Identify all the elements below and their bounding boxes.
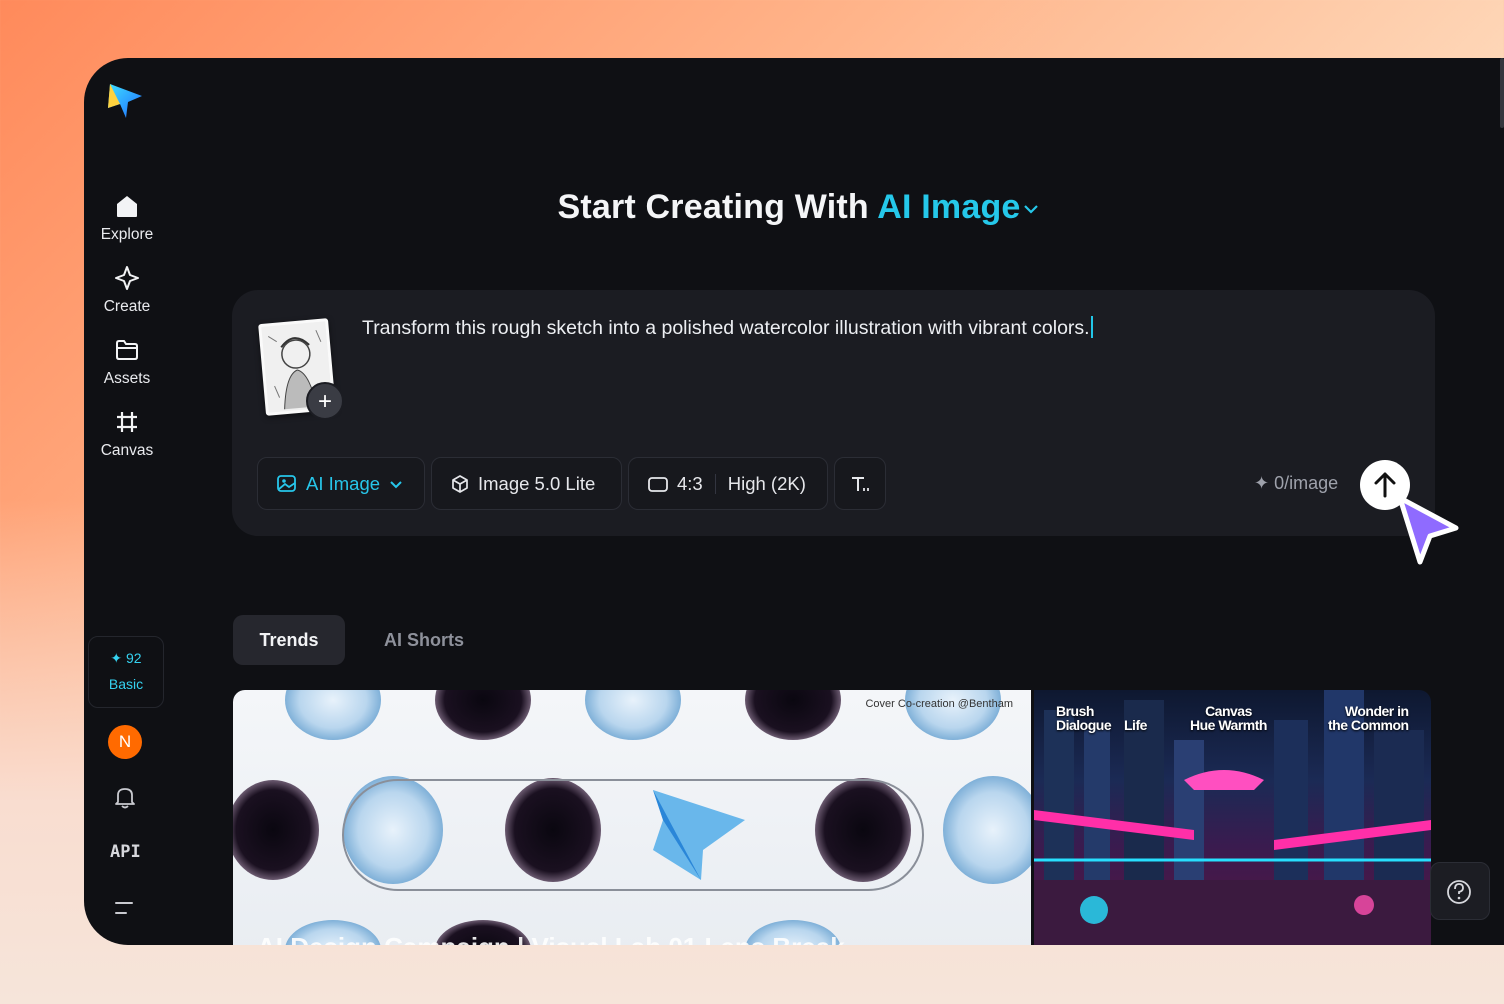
aspect-quality-selector[interactable]: 4:3 High (2K) <box>628 457 828 510</box>
sidebar-item-label: Canvas <box>100 442 154 459</box>
api-link[interactable]: API <box>110 842 141 862</box>
bell-icon[interactable] <box>112 784 138 810</box>
sparkle-icon: ✦ <box>110 650 123 666</box>
tab-trends[interactable]: Trends <box>233 615 345 665</box>
sidebar-item-create[interactable]: Create <box>84 264 170 316</box>
sparkle-icon <box>115 266 139 290</box>
crop-icon <box>117 412 137 432</box>
cube-icon <box>452 474 468 493</box>
menu-icon[interactable] <box>112 896 136 920</box>
chevron-down-icon <box>1023 205 1038 214</box>
model-selector[interactable]: Image 5.0 Lite <box>431 457 622 510</box>
mode-selector[interactable]: AI Image <box>877 188 1040 226</box>
credits-count: ✦ 92 <box>110 650 142 666</box>
overlay-label: Wonder in the Common <box>1328 703 1409 733</box>
sparkle-icon: ✦ <box>1254 473 1270 493</box>
tab-ai-shorts[interactable]: AI Shorts <box>384 615 464 665</box>
sidebar-item-canvas[interactable]: Canvas <box>84 408 170 460</box>
prompt-input[interactable]: Transform this rough sketch into a polis… <box>362 316 1402 340</box>
overlay-label: Canvas Hue Warmth <box>1190 703 1267 733</box>
text-caret <box>1090 316 1093 338</box>
cover-credit: Cover Co-creation @Bentham <box>865 698 1013 710</box>
pointer-cursor-icon <box>1397 495 1459 565</box>
gallery-card-featured[interactable]: Cover Co-creation @Bentham AI Design Cam… <box>233 690 1031 945</box>
divider <box>714 473 716 494</box>
image-icon <box>277 474 296 492</box>
app-window: Explore Create Assets Canvas ✦ 92 Basic … <box>84 58 1504 945</box>
sidebar-item-label: Assets <box>103 370 151 387</box>
credits-badge[interactable]: ✦ 92 Basic <box>88 636 164 708</box>
logo-icon[interactable] <box>106 82 146 122</box>
chevron-down-icon <box>390 480 402 488</box>
sidebar-item-label: Explore <box>100 226 154 243</box>
sidebar-item-label: Create <box>103 298 151 315</box>
aspect-ratio-icon <box>648 476 668 492</box>
text-format-icon <box>852 476 869 491</box>
question-icon <box>1447 880 1471 904</box>
sidebar-item-assets[interactable]: Assets <box>84 336 170 388</box>
mode-dropdown[interactable]: AI Image <box>257 457 425 510</box>
folder-icon <box>116 340 138 360</box>
plan-label: Basic <box>108 676 144 692</box>
gallery-image <box>233 690 1031 945</box>
scrollbar[interactable] <box>1500 58 1504 128</box>
help-button[interactable] <box>1430 862 1490 920</box>
cost-indicator: ✦ 0/image <box>1254 473 1339 493</box>
add-image-button[interactable]: + <box>306 382 344 420</box>
avatar[interactable]: N <box>108 725 142 759</box>
page-title: Start Creating With AI Image <box>84 188 1504 227</box>
gallery-caption: AI Design Campaign | Visual Lab 01 Lens … <box>257 932 845 945</box>
prompt-card: + Transform this rough sketch into a pol… <box>232 290 1435 536</box>
text-style-button[interactable] <box>834 457 886 510</box>
overlay-label: Brush Dialogue <box>1056 703 1112 733</box>
gallery-card-city[interactable]: Brush Dialogue Life Canvas Hue Warmth Wo… <box>1034 690 1431 945</box>
overlay-label: Life <box>1124 717 1147 733</box>
